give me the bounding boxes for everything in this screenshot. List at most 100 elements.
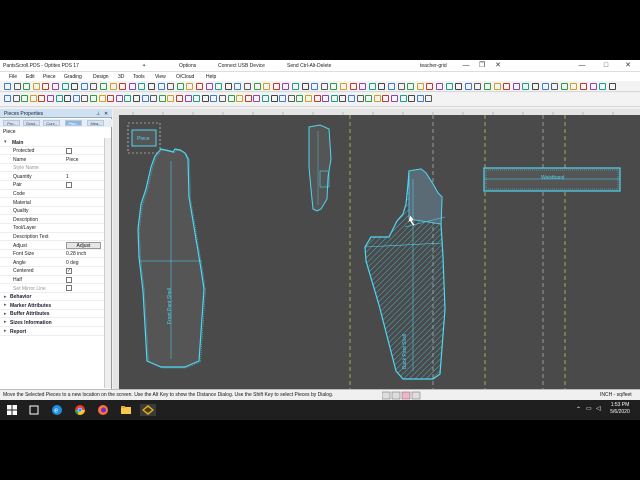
tb1-tool-icon[interactable] (416, 83, 424, 90)
tb1-tool-icon[interactable] (100, 83, 107, 90)
tb1-tool-icon[interactable] (61, 83, 69, 90)
tb2-tool-icon[interactable] (330, 95, 338, 102)
tb2-tool-icon[interactable] (236, 95, 244, 102)
pattern-canvas[interactable]: Piece Front Pant Shell Back Pant Shell W… (113, 109, 640, 389)
tb1-tool-icon[interactable] (119, 83, 127, 90)
adjust-button[interactable]: Adjust (66, 241, 101, 249)
tb2-tool-icon[interactable] (262, 95, 269, 102)
property-row[interactable]: Centered ✓ (0, 267, 104, 276)
tb1-tool-icon[interactable] (464, 83, 472, 90)
tb1-tool-icon[interactable] (608, 83, 616, 90)
task-view-icon[interactable] (28, 404, 40, 416)
property-checkbox[interactable] (66, 181, 72, 188)
menu-view[interactable]: View (155, 74, 166, 80)
expand-icon[interactable]: ▸ (4, 302, 7, 308)
tb2-tool-icon[interactable] (107, 95, 115, 102)
property-value[interactable]: 1 (66, 174, 69, 180)
menu-3d[interactable]: 3D (118, 74, 124, 80)
tb2-tool-icon[interactable] (399, 95, 407, 102)
menu-piece[interactable]: Piece (43, 74, 56, 80)
tb1-tool-icon[interactable] (580, 83, 587, 90)
tb2-tool-icon[interactable] (167, 95, 175, 102)
property-checkbox[interactable] (66, 285, 72, 292)
tb2-tool-icon[interactable] (373, 95, 381, 102)
tb1-tool-icon[interactable] (474, 83, 482, 90)
tb2-tool-icon[interactable] (270, 95, 278, 102)
tb2-tool-icon[interactable] (55, 95, 63, 102)
property-group[interactable]: ▸ Marker Attributes (0, 301, 104, 310)
tb1-tool-icon[interactable] (368, 83, 376, 90)
tb1-tool-icon[interactable] (330, 83, 338, 90)
tb2-tool-icon[interactable] (313, 95, 321, 102)
tb2-tool-icon[interactable] (425, 95, 433, 102)
tb1-tool-icon[interactable] (253, 83, 261, 90)
tb1-tool-icon[interactable] (263, 83, 271, 90)
canvas-svg[interactable]: Piece Front Pant Shell Back Pant Shell W… (113, 109, 640, 389)
property-checkbox[interactable]: ✓ (66, 267, 72, 274)
tb2-tool-icon[interactable] (81, 95, 89, 102)
chrome-icon[interactable] (74, 404, 86, 416)
tb1-tool-icon[interactable] (272, 83, 280, 90)
tb2-tool-icon[interactable] (158, 95, 166, 102)
property-row[interactable]: Description Text (0, 233, 104, 242)
tb1-tool-icon[interactable] (493, 83, 501, 90)
tb1-tool-icon[interactable] (138, 83, 146, 90)
tb2-tool-icon[interactable] (253, 95, 261, 102)
optitex-taskbar-icon[interactable] (140, 404, 156, 416)
tb1-tool-icon[interactable] (455, 83, 463, 90)
tb2-tool-icon[interactable] (296, 95, 304, 102)
tb2-tool-icon[interactable] (176, 95, 183, 102)
tb2-tool-icon[interactable] (21, 95, 29, 102)
property-group[interactable]: ▸ Sizes Information (0, 318, 104, 328)
property-row[interactable]: Angle 0 deg (0, 258, 104, 267)
tb1-tool-icon[interactable] (407, 83, 415, 90)
tb1-tool-icon[interactable] (301, 83, 309, 90)
property-row[interactable]: Adjust Adjust (0, 241, 104, 250)
windows-start-icon[interactable] (6, 404, 18, 416)
expand-icon[interactable]: ▸ (4, 328, 7, 334)
tb1-tool-icon[interactable] (90, 83, 98, 90)
tb2-tool-icon[interactable] (12, 95, 20, 102)
tb2-tool-icon[interactable] (64, 95, 72, 102)
volume-icon[interactable]: ◁ (596, 405, 601, 412)
tb1-tool-icon[interactable] (23, 83, 31, 90)
tb2-tool-icon[interactable] (47, 95, 54, 102)
tb1-tool-icon[interactable] (503, 83, 511, 90)
property-row[interactable]: Quality (0, 207, 104, 216)
property-value[interactable]: 0.28 inch (66, 251, 86, 257)
expand-icon[interactable]: ▸ (4, 294, 7, 300)
tb1-tool-icon[interactable] (176, 83, 184, 90)
tb1-tool-icon[interactable] (311, 83, 319, 90)
tb1-tool-icon[interactable] (167, 83, 175, 90)
menu-design[interactable]: Design (93, 74, 109, 80)
tb2-tool-icon[interactable] (348, 95, 355, 102)
property-row[interactable]: Set Mirror Line (0, 284, 104, 293)
tb1-tool-icon[interactable] (512, 83, 520, 90)
tb2-tool-icon[interactable] (227, 95, 235, 102)
tb1-tool-icon[interactable] (52, 83, 59, 90)
tb1-tool-icon[interactable] (589, 83, 597, 90)
tb2-tool-icon[interactable] (322, 95, 330, 102)
tb2-tool-icon[interactable] (279, 95, 287, 102)
property-row[interactable]: Protected (0, 147, 104, 156)
restore-remote-icon[interactable]: ❐ (474, 61, 490, 71)
tray-chevron-icon[interactable]: ⌃ (576, 406, 581, 413)
close-remote-icon[interactable]: ✕ (490, 61, 506, 71)
tb2-tool-icon[interactable] (244, 95, 252, 102)
tb1-tool-icon[interactable] (109, 83, 117, 90)
tb2-tool-icon[interactable] (305, 95, 312, 102)
tb2-tool-icon[interactable] (38, 95, 46, 102)
tb1-tool-icon[interactable] (71, 83, 79, 90)
tb1-tool-icon[interactable] (224, 83, 232, 90)
close-panel-icon[interactable]: ✕ (104, 111, 108, 117)
property-row[interactable]: Material (0, 198, 104, 207)
tb1-tool-icon[interactable] (244, 83, 251, 90)
property-row[interactable]: Font Size 0.28 inch (0, 250, 104, 259)
tb2-tool-icon[interactable] (339, 95, 347, 102)
tb1-tool-icon[interactable] (570, 83, 578, 90)
tb1-tool-icon[interactable] (292, 83, 299, 90)
tb1-tool-icon[interactable] (349, 83, 357, 90)
property-checkbox[interactable] (66, 147, 72, 154)
pin-icon[interactable]: ✦ (142, 63, 146, 69)
tb2-tool-icon[interactable] (382, 95, 390, 102)
